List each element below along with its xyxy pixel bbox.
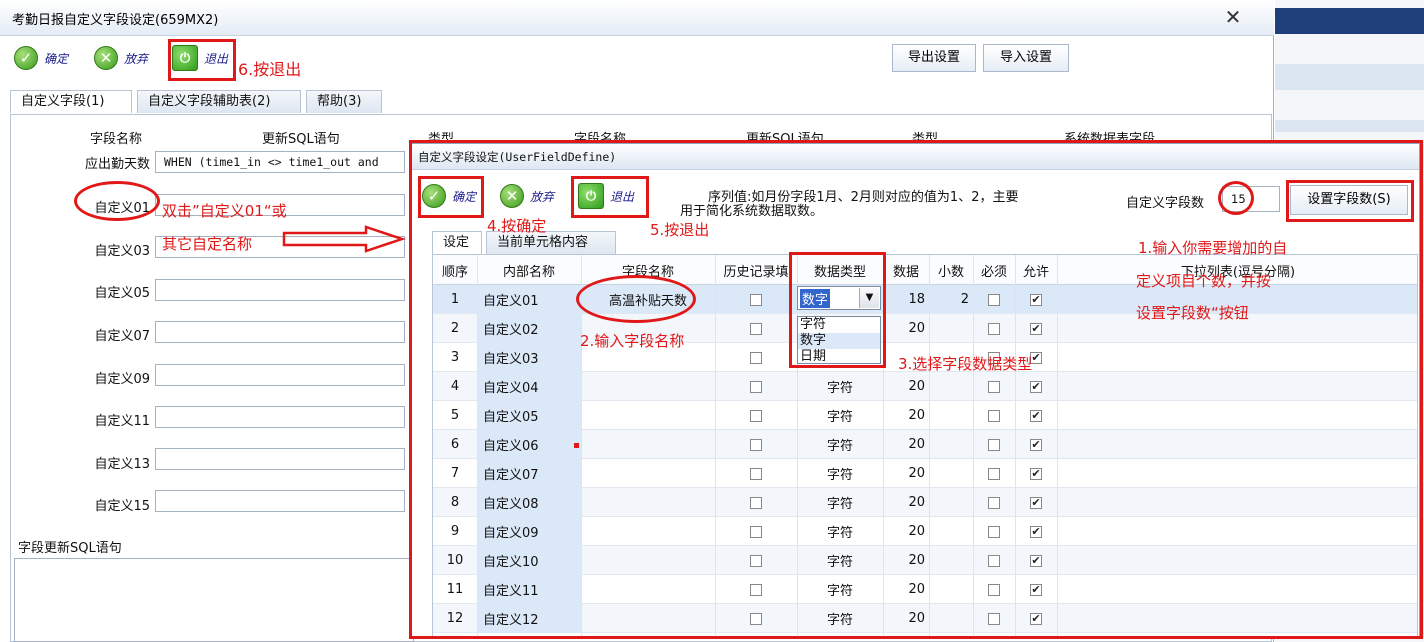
- annotation-step-6: 6.按退出: [238, 60, 302, 79]
- form-label[interactable]: 自定义09: [20, 368, 150, 387]
- annotation-dot: [574, 443, 579, 448]
- tab-custom-field-aux[interactable]: 自定义字段辅助表(2): [137, 90, 301, 113]
- annotation-box-exit: [168, 39, 236, 81]
- check-icon: ✓: [14, 46, 38, 70]
- sql-field-input[interactable]: [155, 364, 405, 386]
- sql-field-input[interactable]: [155, 490, 405, 512]
- tab-custom-fields[interactable]: 自定义字段(1): [10, 90, 132, 113]
- annotation-ellipse-custom01: [74, 181, 160, 221]
- outer-window-title: 考勤日报自定义字段设定(659MX2): [12, 13, 219, 28]
- import-settings-button[interactable]: 导入设置: [983, 44, 1069, 72]
- form-label[interactable]: 自定义07: [20, 325, 150, 344]
- tab-help[interactable]: 帮助(3): [306, 90, 382, 113]
- annotation-step-4: 4.按确定: [487, 217, 547, 235]
- form-label: 应出勤天数: [84, 157, 150, 172]
- form-label[interactable]: 自定义05: [20, 282, 150, 301]
- close-icon[interactable]: ✕: [1218, 6, 1248, 30]
- annotation-doubleclick-2: 其它自定名称: [162, 235, 253, 253]
- sql-field-input[interactable]: [155, 406, 405, 428]
- annotation-ellipse-field-name: [576, 275, 696, 323]
- annotation-step-1-line-2: 定义项目个数，并按: [1136, 272, 1272, 290]
- annotation-step-5: 5.按退出: [650, 221, 710, 239]
- sql-section-label: 字段更新SQL语句: [18, 541, 122, 556]
- annotation-ellipse-count: [1218, 181, 1254, 215]
- annotation-step-3: 3.选择字段数据类型: [898, 355, 1033, 373]
- sql-statement-textarea[interactable]: [14, 558, 414, 642]
- sql-field-input[interactable]: [155, 279, 405, 301]
- annotation-doubleclick-1: 双击”自定义01“或: [162, 202, 287, 220]
- column-header-sql: 更新SQL语句: [262, 132, 340, 147]
- export-settings-button[interactable]: 导出设置: [892, 44, 976, 72]
- outer-cancel-button[interactable]: ✕ 放弃: [94, 46, 148, 70]
- form-label[interactable]: 自定义15: [20, 495, 150, 514]
- column-header-field-name: 字段名称: [90, 132, 143, 147]
- background-app-band: [1275, 8, 1424, 34]
- sql-field-input[interactable]: [155, 448, 405, 470]
- background-app-band: [1275, 120, 1424, 132]
- cancel-icon: ✕: [94, 46, 118, 70]
- sql-field-input[interactable]: [155, 321, 405, 343]
- outer-confirm-button[interactable]: ✓ 确定: [14, 46, 68, 70]
- annotation-step-1-line-3: 设置字段数“按钮: [1136, 304, 1249, 322]
- background-app-band: [1275, 64, 1424, 90]
- form-label[interactable]: 自定义13: [20, 453, 150, 472]
- sql-field-input[interactable]: WHEN (time1_in <> time1_out and: [155, 151, 405, 173]
- annotation-box-dialog: [409, 140, 1423, 639]
- annotation-step-2: 2.输入字段名称: [580, 332, 685, 350]
- form-label[interactable]: 自定义11: [20, 410, 150, 429]
- annotation-arrow: [282, 225, 406, 253]
- form-label[interactable]: 自定义03: [20, 240, 150, 259]
- annotation-step-1-line-1: 1.输入你需要增加的自: [1138, 239, 1288, 257]
